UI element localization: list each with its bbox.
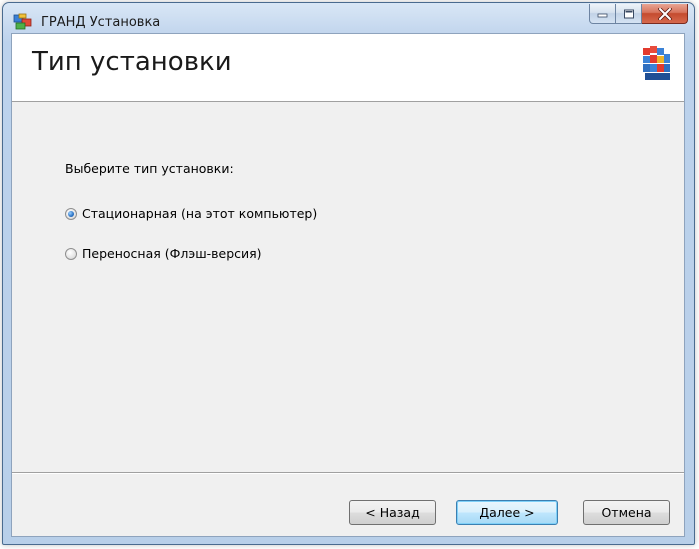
- option-portable-label[interactable]: Переносная (Флэш-версия): [82, 246, 262, 261]
- page-title: Тип установки: [32, 47, 232, 77]
- close-button[interactable]: [642, 4, 688, 24]
- wizard-client-area: Тип установки Выберите тип установки: Ст…: [11, 33, 685, 537]
- footer-separator: [12, 472, 684, 474]
- window-title: ГРАНД Установка: [41, 15, 161, 30]
- option-stationary[interactable]: Стационарная (на этот компьютер): [65, 206, 317, 221]
- cancel-button[interactable]: Отмена: [583, 500, 670, 525]
- radio-portable[interactable]: [65, 247, 77, 260]
- installer-window: ГРАНД Установка Тип установки Выберите т…: [2, 2, 695, 545]
- minimize-button[interactable]: [589, 4, 616, 24]
- maximize-button[interactable]: [616, 4, 642, 24]
- radio-stationary[interactable]: [65, 207, 77, 220]
- maximize-icon: [623, 9, 634, 18]
- grand-cubes-logo-icon: [643, 46, 670, 80]
- option-portable[interactable]: Переносная (Флэш-версия): [65, 246, 262, 261]
- caption-buttons: [589, 4, 688, 26]
- next-button[interactable]: Далее >: [456, 500, 558, 525]
- wizard-header: Тип установки: [12, 34, 684, 102]
- minimize-icon: [597, 13, 607, 17]
- close-icon: [657, 7, 672, 20]
- back-button[interactable]: < Назад: [349, 500, 436, 525]
- radio-selected-dot: [68, 210, 74, 217]
- install-type-prompt: Выберите тип установки:: [65, 161, 234, 176]
- option-stationary-label[interactable]: Стационарная (на этот компьютер): [82, 206, 317, 221]
- grand-app-icon: [13, 13, 32, 30]
